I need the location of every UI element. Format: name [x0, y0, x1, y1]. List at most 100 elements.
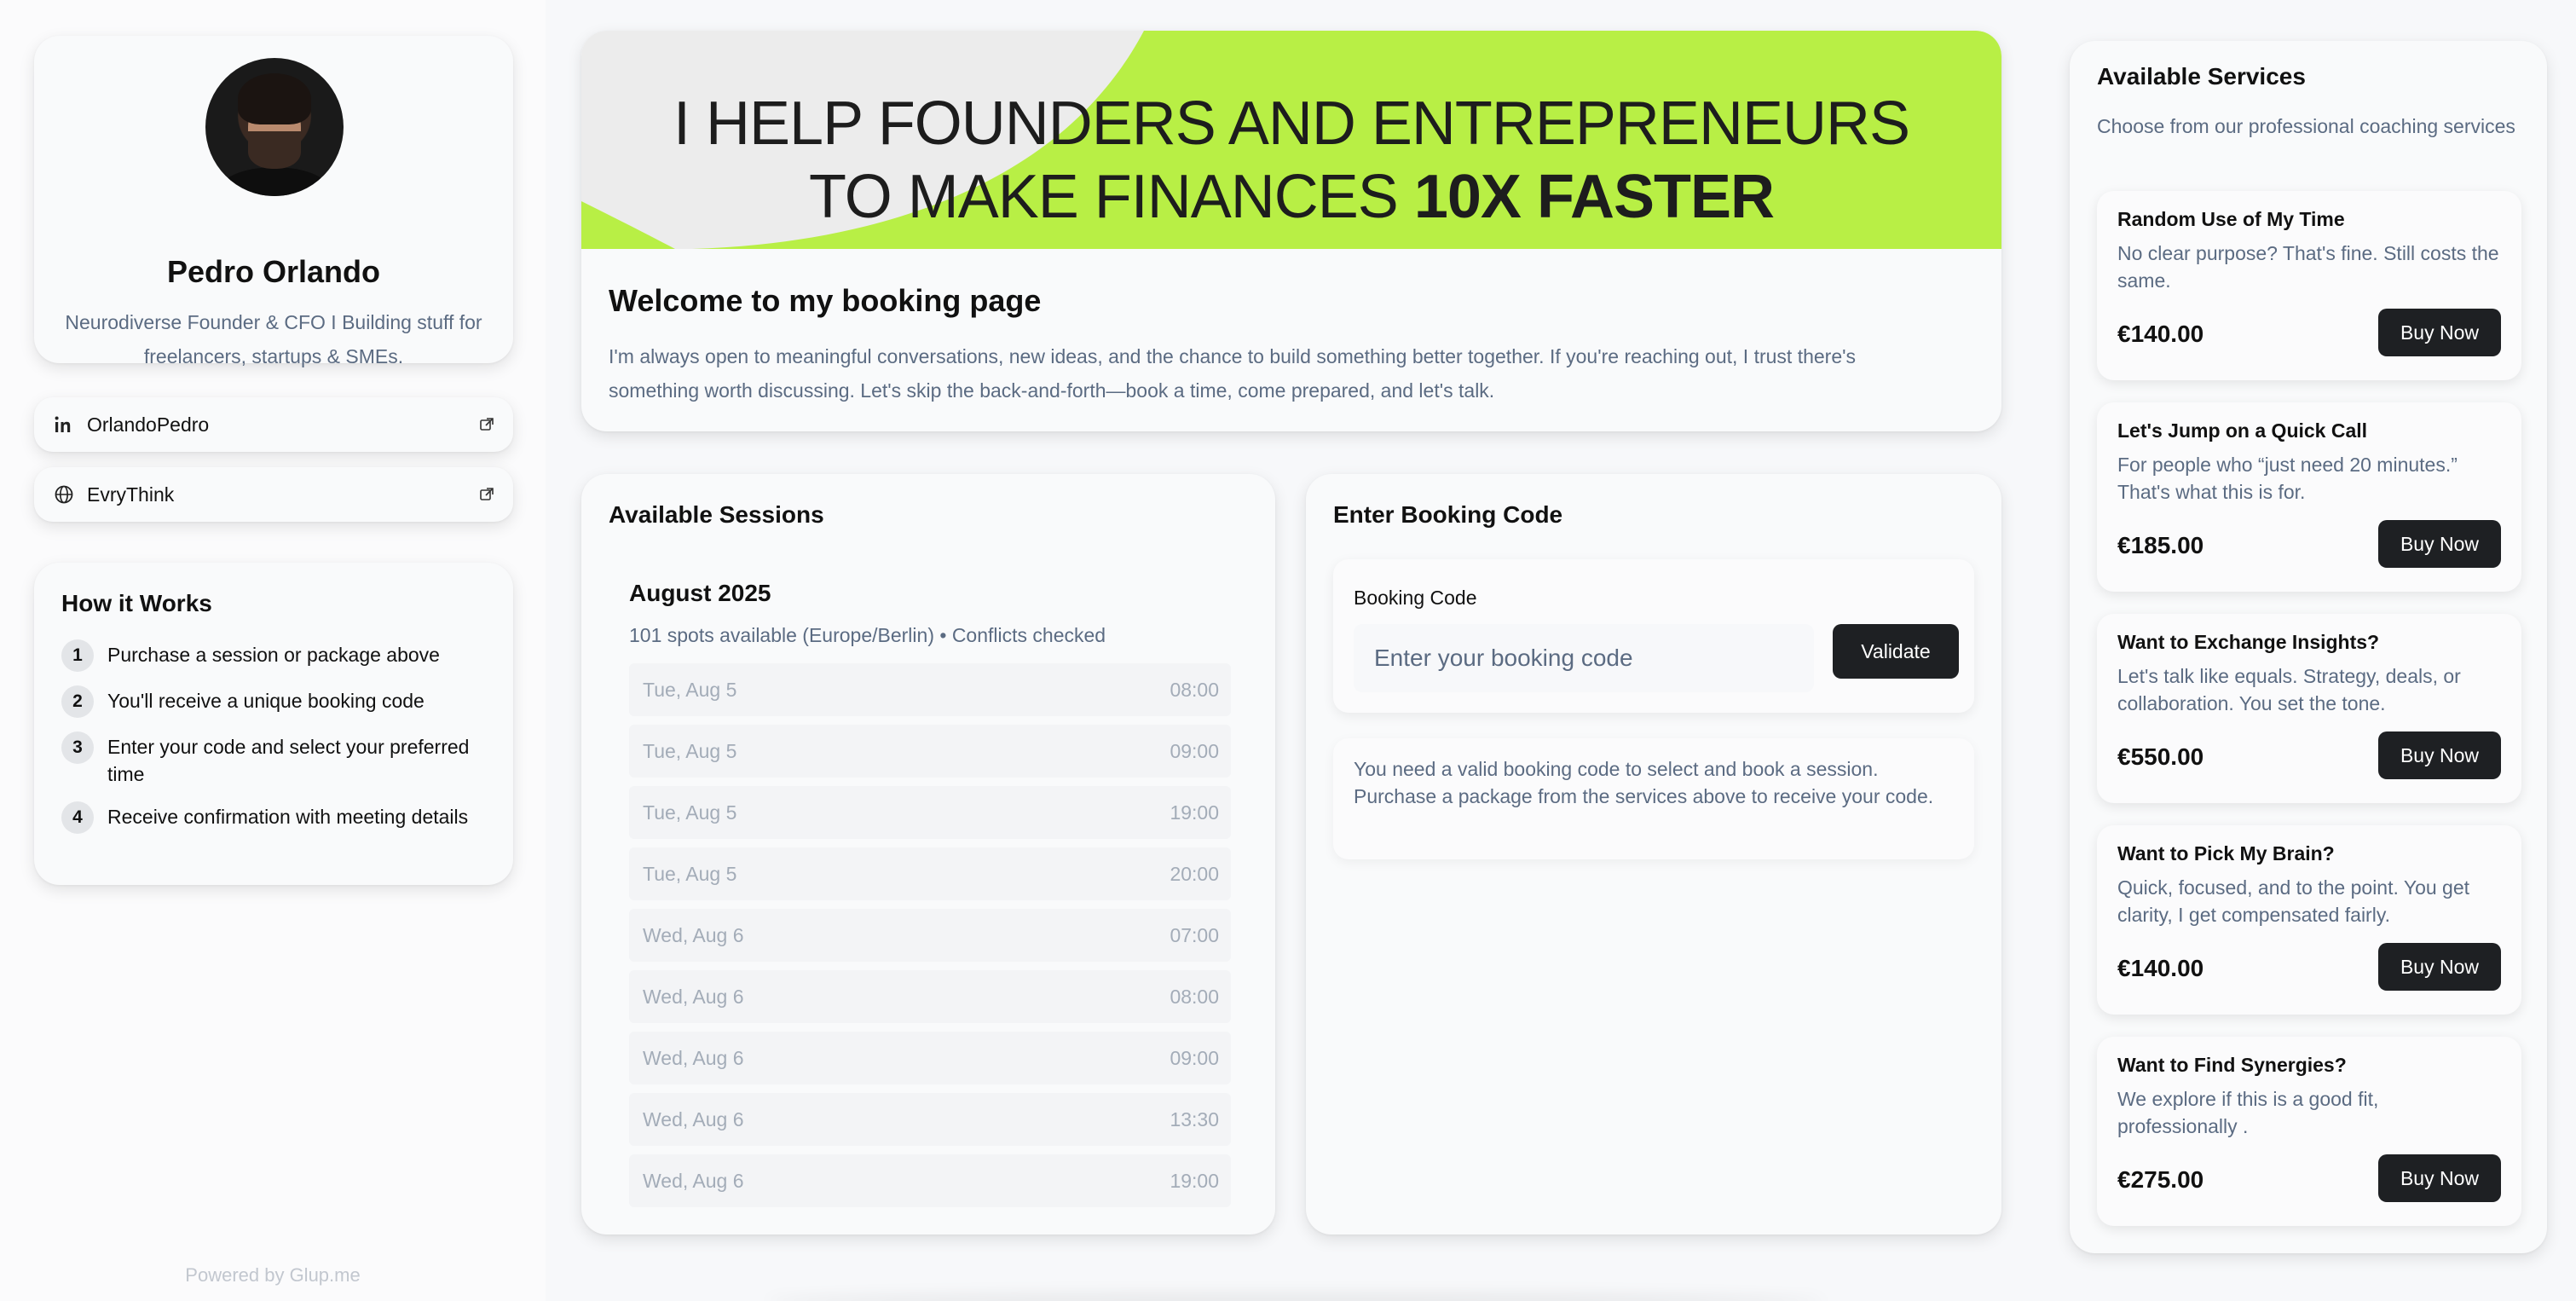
service-title: Want to Find Synergies?: [2117, 1054, 2347, 1076]
slot-day: Wed, Aug 6: [643, 1107, 744, 1130]
slot-day: Wed, Aug 6: [643, 985, 744, 1008]
profile-bio: Neurodiverse Founder & CFO I Building st…: [65, 311, 482, 367]
slot-time: 19:00: [1170, 801, 1219, 824]
step-number: 1: [61, 639, 94, 672]
session-slot[interactable]: Wed, Aug 6 19:00: [629, 1154, 1231, 1207]
banner-line-2-plain: TO MAKE FINANCES: [809, 163, 1414, 231]
service-item: Want to Exchange Insights? Let's talk li…: [2097, 614, 2521, 803]
service-title: Want to Exchange Insights?: [2117, 631, 2380, 653]
booking-code-card: Enter Booking Code Booking Code Validate…: [1306, 474, 2001, 1235]
profile-card: Pedro Orlando Neurodiverse Founder & CFO…: [34, 36, 513, 367]
external-link-icon: [479, 417, 494, 432]
linkedin-icon: [53, 413, 75, 436]
slot-day: Wed, Aug 6: [643, 1046, 744, 1069]
service-price: €550.00: [2117, 743, 2204, 770]
slot-time: 19:00: [1170, 1169, 1219, 1192]
powered-by-link[interactable]: Powered by Glup.me: [0, 1264, 546, 1287]
step-text: Enter your code and select your preferre…: [107, 736, 470, 785]
slot-day: Tue, Aug 5: [643, 678, 737, 701]
step-text: Purchase a session or package above: [107, 644, 440, 666]
external-link-icon: [479, 487, 494, 502]
how-it-works-card: How it Works 1 Purchase a session or pac…: [34, 563, 513, 885]
service-title: Random Use of My Time: [2117, 208, 2345, 230]
service-price: €140.00: [2117, 955, 2204, 981]
validate-button[interactable]: Validate: [1833, 624, 1959, 679]
link-website[interactable]: EvryThink: [34, 467, 513, 522]
step-number: 4: [61, 801, 94, 834]
slot-day: Tue, Aug 5: [643, 862, 737, 885]
banner-headline: I HELP FOUNDERS AND ENTREPRENEURS TO MAK…: [581, 87, 2001, 234]
slot-time: 13:30: [1170, 1107, 1219, 1130]
service-description: Let's talk like equals. Strategy, deals,…: [2117, 665, 2461, 714]
link-linkedin[interactable]: OrlandoPedro: [34, 397, 513, 452]
sessions-title: Available Sessions: [609, 501, 824, 528]
banner-line-2: TO MAKE FINANCES 10X FASTER: [581, 160, 2001, 234]
service-item: Want to Find Synergies? We explore if th…: [2097, 1037, 2521, 1226]
services-title: Available Services: [2097, 63, 2306, 90]
service-item: Want to Pick My Brain? Quick, focused, a…: [2097, 825, 2521, 1015]
slot-time: 09:00: [1170, 1046, 1219, 1069]
booking-title: Enter Booking Code: [1333, 501, 1563, 528]
service-description: Quick, focused, and to the point. You ge…: [2117, 876, 2470, 926]
service-description: We explore if this is a good fit, profes…: [2117, 1088, 2379, 1137]
step-item: 2 You'll receive a unique booking code: [61, 684, 486, 718]
step-item: 4 Receive confirmation with meeting deta…: [61, 800, 486, 834]
left-sidebar: Pedro Orlando Neurodiverse Founder & CFO…: [0, 0, 546, 1301]
session-slot[interactable]: Tue, Aug 5 09:00: [629, 725, 1231, 778]
service-price: €185.00: [2117, 532, 2204, 558]
buy-now-button[interactable]: Buy Now: [2378, 731, 2501, 779]
link-label: EvryThink: [87, 483, 175, 506]
slot-time: 08:00: [1170, 678, 1219, 701]
session-slot[interactable]: Tue, Aug 5 20:00: [629, 847, 1231, 900]
slot-time: 20:00: [1170, 862, 1219, 885]
session-slot[interactable]: Wed, Aug 6 09:00: [629, 1032, 1231, 1084]
hero-banner: I HELP FOUNDERS AND ENTREPRENEURS TO MAK…: [581, 31, 2001, 249]
buy-now-button[interactable]: Buy Now: [2378, 520, 2501, 568]
session-slot[interactable]: Wed, Aug 6 07:00: [629, 909, 1231, 962]
slot-time: 08:00: [1170, 985, 1219, 1008]
service-title: Let's Jump on a Quick Call: [2117, 419, 2368, 442]
buy-now-button[interactable]: Buy Now: [2378, 943, 2501, 991]
session-slot[interactable]: Wed, Aug 6 13:30: [629, 1093, 1231, 1146]
buy-now-button[interactable]: Buy Now: [2378, 1154, 2501, 1202]
booking-code-label: Booking Code: [1354, 587, 1477, 609]
banner-line-1: I HELP FOUNDERS AND ENTREPRENEURS: [673, 90, 1910, 158]
service-description: For people who “just need 20 minutes.” T…: [2117, 454, 2458, 503]
avatar: [205, 58, 344, 196]
link-label: OrlandoPedro: [87, 413, 210, 436]
step-text: You'll receive a unique booking code: [107, 690, 425, 712]
available-sessions-card: Available Sessions August 2025 101 spots…: [581, 474, 1275, 1235]
slot-day: Wed, Aug 6: [643, 1169, 744, 1192]
booking-code-input[interactable]: [1354, 624, 1814, 692]
sessions-month: August 2025: [629, 580, 771, 606]
session-slot[interactable]: Tue, Aug 5 08:00: [629, 663, 1231, 716]
service-item: Random Use of My Time No clear purpose? …: [2097, 191, 2521, 380]
page-intro: I'm always open to meaningful conversati…: [609, 345, 1857, 402]
service-title: Want to Pick My Brain?: [2117, 842, 2335, 864]
page-title: Welcome to my booking page: [609, 283, 1042, 318]
services-subtitle: Choose from our professional coaching se…: [2097, 115, 2515, 137]
step-text: Receive confirmation with meeting detail…: [107, 806, 469, 828]
how-it-works-title: How it Works: [61, 590, 212, 616]
service-description: No clear purpose? That's fine. Still cos…: [2117, 242, 2499, 292]
service-price: €275.00: [2117, 1166, 2204, 1193]
service-price: €140.00: [2117, 321, 2204, 347]
booking-code-form: Booking Code Validate: [1333, 559, 1974, 713]
slot-time: 09:00: [1170, 739, 1219, 762]
session-slot[interactable]: Wed, Aug 6 08:00: [629, 970, 1231, 1023]
service-item: Let's Jump on a Quick Call For people wh…: [2097, 402, 2521, 592]
slot-list: Tue, Aug 5 08:00 Tue, Aug 5 09:00 Tue, Aug…: [629, 663, 1231, 1216]
step-number: 3: [61, 731, 94, 764]
slot-day: Wed, Aug 6: [643, 923, 744, 946]
slot-day: Tue, Aug 5: [643, 739, 737, 762]
buy-now-button[interactable]: Buy Now: [2378, 309, 2501, 356]
session-slot[interactable]: Tue, Aug 5 19:00: [629, 786, 1231, 839]
step-number: 2: [61, 685, 94, 718]
sessions-availability: 101 spots available (Europe/Berlin) • Co…: [629, 624, 1106, 646]
slot-day: Tue, Aug 5: [643, 801, 737, 824]
globe-icon: [53, 483, 75, 506]
hero-card: I HELP FOUNDERS AND ENTREPRENEURS TO MAK…: [581, 31, 2001, 431]
slot-time: 07:00: [1170, 923, 1219, 946]
services-card: Available Services Choose from our profe…: [2070, 41, 2547, 1253]
booking-note: You need a valid booking code to select …: [1333, 738, 1974, 859]
